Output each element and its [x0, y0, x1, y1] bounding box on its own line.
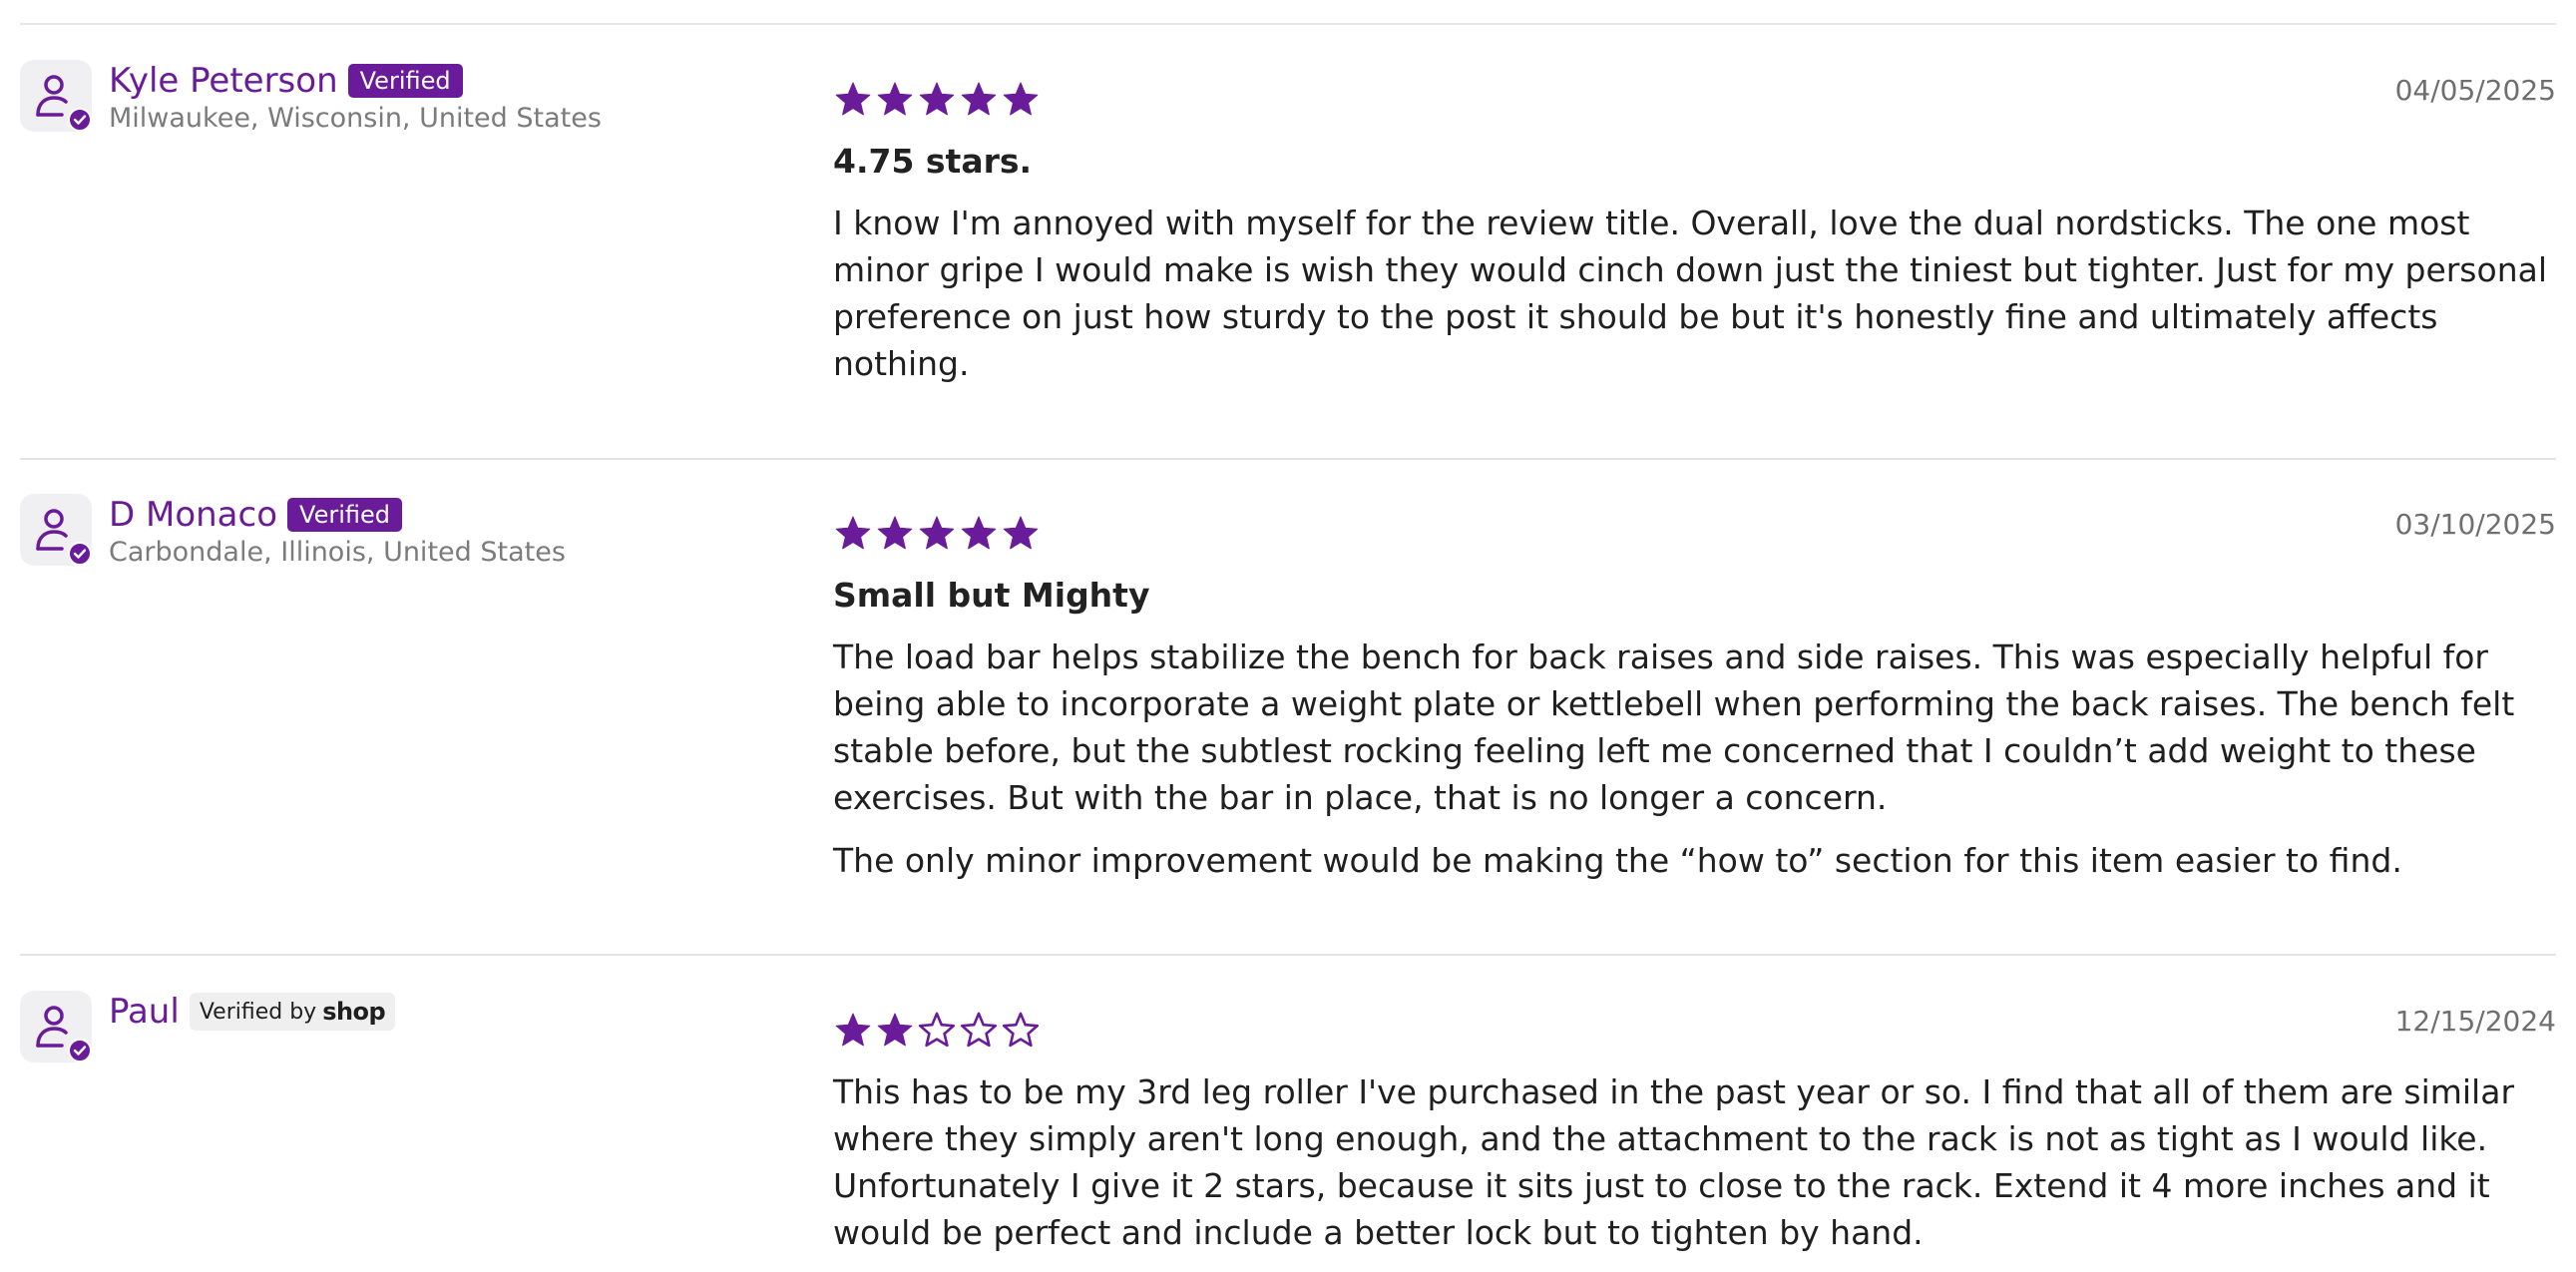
review-body: The load bar helps stabilize the bench f…	[833, 634, 2569, 900]
star-filled-icon	[835, 516, 871, 550]
avatar	[20, 60, 92, 132]
reviewer-header: Kyle Peterson Verified	[109, 59, 463, 103]
review-paragraph: I know I'm annoyed with myself for the r…	[833, 204, 2547, 383]
star-filled-icon	[961, 82, 997, 116]
reviewer-name: Kyle Peterson	[109, 61, 338, 101]
star-rating	[833, 80, 1041, 120]
verified-badge: Verified	[347, 64, 463, 98]
badge-prefix: Verified by	[199, 999, 317, 1025]
star-filled-icon	[1003, 516, 1039, 550]
star-rating	[833, 1011, 1041, 1051]
star-outline-icon	[918, 1012, 956, 1048]
review-paragraph: The only minor improvement would be maki…	[833, 841, 2402, 880]
reviewer-name: D Monaco	[109, 495, 278, 535]
avatar	[20, 991, 92, 1062]
reviewer-header: D Monaco Verified	[109, 493, 402, 537]
review-title: Small but Mighty	[833, 576, 1150, 615]
review-date: 12/15/2024	[2394, 1005, 2556, 1038]
star-rating	[833, 514, 1041, 554]
review-body: This has to be my 3rd leg roller I've pu…	[833, 1068, 2569, 1272]
star-filled-icon	[919, 516, 955, 550]
review-paragraph: The load bar helps stabilize the bench f…	[833, 637, 2515, 817]
verified-badge: Verified	[287, 498, 402, 532]
star-filled-icon	[835, 1013, 871, 1047]
review-body: I know I'm annoyed with myself for the r…	[833, 200, 2569, 403]
shop-logo: shop	[322, 998, 386, 1026]
reviewer-location: Carbondale, Illinois, United States	[109, 537, 566, 568]
divider	[20, 458, 2556, 460]
reviewer-location: Milwaukee, Wisconsin, United States	[109, 103, 602, 134]
divider	[20, 954, 2556, 956]
star-outline-icon	[1002, 1012, 1040, 1048]
star-filled-icon	[835, 82, 871, 116]
star-filled-icon	[1003, 82, 1039, 116]
star-filled-icon	[877, 516, 913, 550]
star-filled-icon	[877, 82, 913, 116]
star-filled-icon	[877, 1013, 913, 1047]
avatar	[20, 494, 92, 566]
review-date: 03/10/2025	[2394, 508, 2556, 541]
review-paragraph: This has to be my 3rd leg roller I've pu…	[833, 1072, 2515, 1252]
star-filled-icon	[919, 82, 955, 116]
review-date: 04/05/2025	[2394, 74, 2556, 107]
divider	[20, 23, 2556, 25]
review-title: 4.75 stars.	[833, 142, 1033, 181]
star-filled-icon	[961, 516, 997, 550]
reviewer-name: Paul	[109, 992, 180, 1032]
reviewer-header: Paul Verified by shop	[109, 990, 396, 1034]
verified-check-icon	[68, 1039, 92, 1062]
verified-check-icon	[68, 108, 92, 132]
verified-check-icon	[68, 542, 92, 566]
star-outline-icon	[960, 1012, 998, 1048]
verified-by-shop-badge: Verified by shop	[189, 993, 396, 1031]
